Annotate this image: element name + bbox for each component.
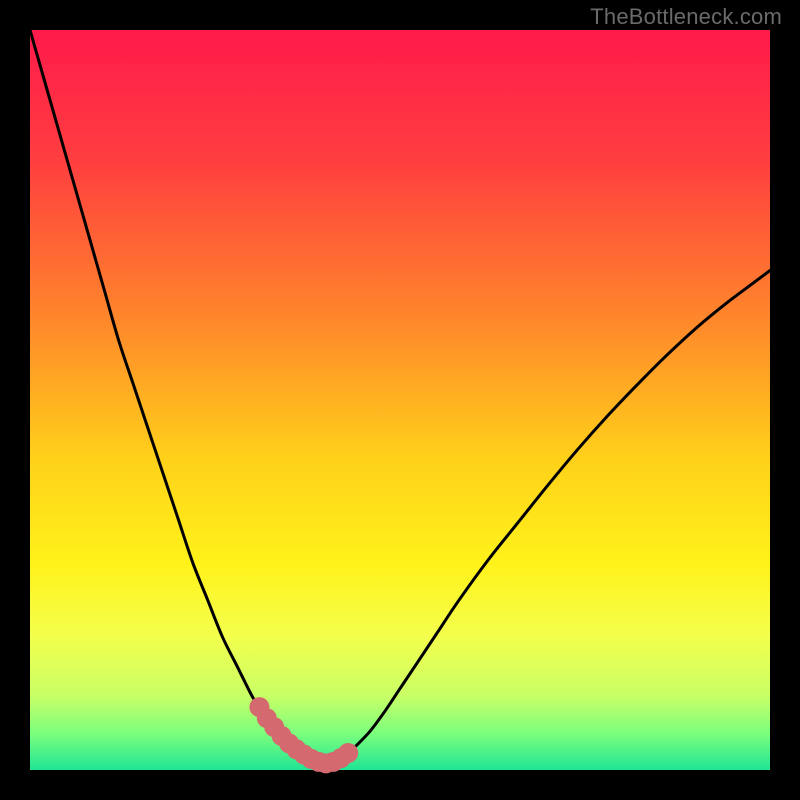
bottleneck-chart (0, 0, 800, 800)
chart-frame: TheBottleneck.com (0, 0, 800, 800)
gradient-background (30, 30, 770, 770)
marker-dot (338, 743, 358, 763)
